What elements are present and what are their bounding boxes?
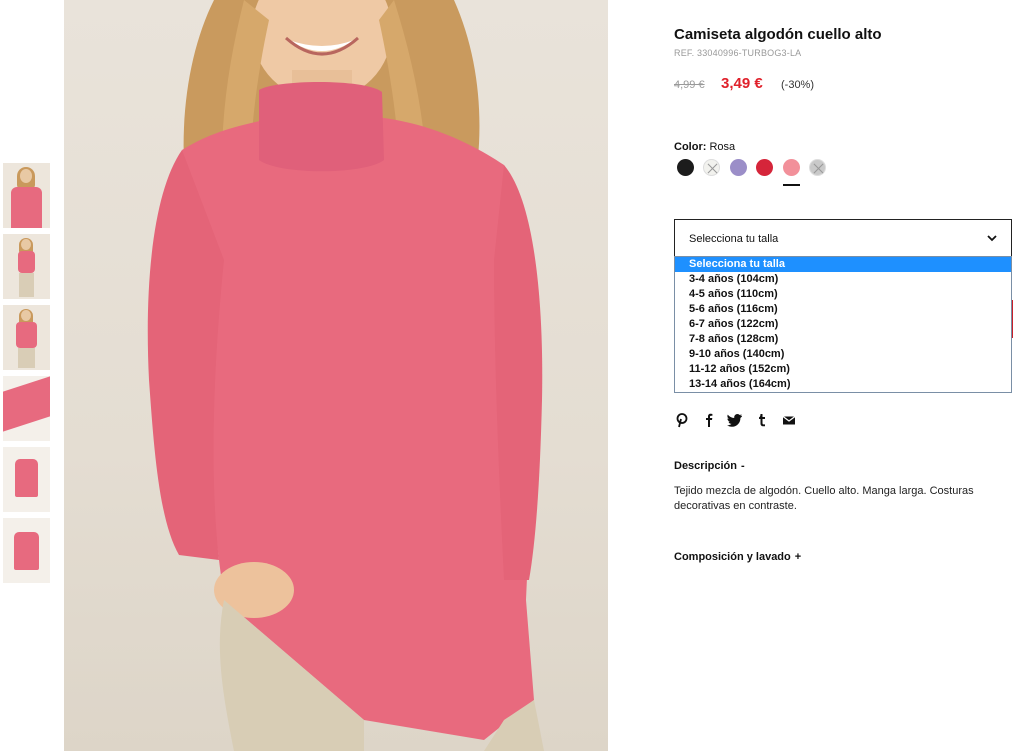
description-heading: Descripción xyxy=(674,460,737,472)
color-swatch-grey[interactable] xyxy=(809,159,826,176)
twitter-icon[interactable] xyxy=(727,412,743,428)
selected-color-name: Rosa xyxy=(709,141,736,153)
email-icon[interactable] xyxy=(781,412,797,428)
thumbnail-legs xyxy=(18,348,35,368)
thumbnail-face xyxy=(20,169,32,183)
size-option[interactable]: 11-12 años (152cm) xyxy=(675,362,1011,377)
thumbnail-face xyxy=(21,310,31,321)
color-swatch-black[interactable] xyxy=(677,159,694,176)
size-option[interactable]: 4-5 años (110cm) xyxy=(675,287,1011,302)
thumbnail-3[interactable] xyxy=(3,305,50,370)
selected-swatch-indicator xyxy=(783,184,800,186)
size-option[interactable]: Selecciona tu talla xyxy=(675,257,1011,272)
thumbnail-5[interactable] xyxy=(3,447,50,512)
color-swatches xyxy=(677,159,837,189)
chevron-down-icon xyxy=(987,235,997,242)
product-main-image[interactable] xyxy=(64,0,608,751)
facebook-icon[interactable] xyxy=(701,412,717,428)
size-option[interactable]: 9-10 años (140cm) xyxy=(675,347,1011,362)
thumbnail-2[interactable] xyxy=(3,234,50,299)
discount-label: (-30%) xyxy=(781,79,815,91)
thumbnail-shirt xyxy=(18,251,35,273)
thumbnail-fabric xyxy=(3,376,50,432)
size-select-value: Selecciona tu talla xyxy=(689,233,779,245)
color-label: Color: xyxy=(674,141,707,153)
size-option[interactable]: 5-6 años (116cm) xyxy=(675,302,1011,317)
thumbnail-shirt xyxy=(11,187,42,228)
description-toggle[interactable]: Descripción - xyxy=(674,460,745,472)
thumbnail-list xyxy=(3,163,50,589)
expand-indicator: + xyxy=(794,551,802,563)
color-swatch-lavender[interactable] xyxy=(730,159,747,176)
description-text: Tejido mezcla de algodón. Cuello alto. M… xyxy=(674,485,974,512)
thumbnail-shirt xyxy=(15,459,38,497)
product-title: Camiseta algodón cuello alto xyxy=(674,26,882,43)
thumbnail-legs xyxy=(19,273,34,297)
color-swatch-white[interactable] xyxy=(703,159,720,176)
size-option[interactable]: 6-7 años (122cm) xyxy=(675,317,1011,332)
thumbnail-6[interactable] xyxy=(3,518,50,583)
product-photo xyxy=(147,0,544,751)
tumblr-icon[interactable] xyxy=(754,412,770,428)
product-reference: REF. 33040996-TURBOG3-LA xyxy=(674,48,802,58)
sale-price: 3,49 € xyxy=(721,75,763,92)
color-swatch-pink[interactable] xyxy=(783,159,800,176)
collapse-indicator: - xyxy=(740,460,745,472)
size-dropdown-list: Selecciona tu talla 3-4 años (104cm) 4-5… xyxy=(674,256,1012,393)
composition-toggle[interactable]: Composición y lavado + xyxy=(674,551,801,563)
color-swatch-red[interactable] xyxy=(756,159,773,176)
size-select[interactable]: Selecciona tu talla xyxy=(674,219,1012,257)
pinterest-icon[interactable] xyxy=(674,412,690,428)
thumbnail-face xyxy=(21,239,31,250)
thumbnail-shirt xyxy=(14,532,39,570)
social-share-bar xyxy=(674,412,814,428)
color-label-row: Color: Rosa xyxy=(674,141,735,153)
original-price: 4,99 € xyxy=(674,79,705,91)
thumbnail-1[interactable] xyxy=(3,163,50,228)
size-option[interactable]: 13-14 años (164cm) xyxy=(675,377,1011,392)
thumbnail-shirt xyxy=(16,322,37,348)
thumbnail-4[interactable] xyxy=(3,376,50,441)
size-option[interactable]: 7-8 años (128cm) xyxy=(675,332,1011,347)
size-option[interactable]: 3-4 años (104cm) xyxy=(675,272,1011,287)
composition-heading: Composición y lavado xyxy=(674,551,791,563)
